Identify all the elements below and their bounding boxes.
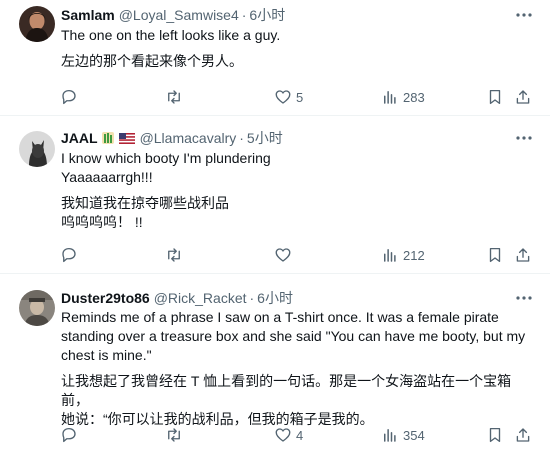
tweet-text-line: I know which booty I'm plundering <box>61 150 271 166</box>
views-icon <box>381 88 399 106</box>
heart-icon <box>274 246 292 264</box>
user-handle[interactable]: @Loyal_Samwise4 <box>119 7 239 23</box>
share-button[interactable] <box>514 424 532 446</box>
tweet-duster[interactable]: Duster29to86 @Rick_Racket · 6小时 Reminds … <box>0 274 550 455</box>
separator-dot: · <box>249 290 255 306</box>
share-icon <box>514 426 532 444</box>
user-handle[interactable]: @Llamacavalry <box>140 130 237 146</box>
share-button[interactable] <box>514 244 532 266</box>
avatar[interactable] <box>19 290 55 326</box>
like-button[interactable] <box>274 244 292 266</box>
tweet-translation-line: 我知道我在掠夺哪些战利品 <box>61 195 229 211</box>
display-name[interactable]: Duster29to86 <box>61 290 150 306</box>
reply-icon <box>60 246 78 264</box>
share-icon <box>514 246 532 264</box>
tweet-header: Duster29to86 @Rick_Racket · 6小时 <box>61 288 293 308</box>
more-icon[interactable] <box>514 128 534 148</box>
timestamp[interactable]: 6小时 <box>257 288 293 308</box>
avatar[interactable] <box>19 6 55 42</box>
tweet-header: Samlam @Loyal_Samwise4 · 6小时 <box>61 5 285 25</box>
tweet-translation-line: 让我想起了我曾经在 T 恤上看到的一句话。那是一个女海盗站在一个宝箱前， <box>61 373 512 408</box>
reply-icon <box>60 426 78 444</box>
action-bar: 5 283 <box>55 86 535 108</box>
more-icon[interactable] <box>514 5 534 25</box>
like-count: 5 <box>296 89 304 105</box>
more-icon[interactable] <box>514 288 534 308</box>
retweet-icon <box>165 246 183 264</box>
view-count: 283 <box>403 89 425 105</box>
tweet-text: Reminds me of a phrase I saw on a T-shir… <box>61 308 536 429</box>
reply-button[interactable] <box>60 86 78 108</box>
like-button[interactable]: 4 <box>274 424 303 446</box>
bookmark-icon <box>486 246 504 264</box>
bookmark-icon <box>486 426 504 444</box>
separator-dot: · <box>241 7 247 23</box>
avatar[interactable] <box>19 131 55 167</box>
tweet-jaal[interactable]: JAAL @Llamacavalry · 5小时 I know which bo… <box>0 116 550 274</box>
tweet-text-line: standing over a treasure box and she sai… <box>61 328 526 344</box>
retweet-icon <box>165 426 183 444</box>
tweet-text-line: Reminds me of a phrase I saw on a T-shir… <box>61 309 499 325</box>
like-button[interactable]: 5 <box>274 86 303 108</box>
separator-dot: · <box>239 130 244 146</box>
tweet-text: I know which booty I'm plundering Yaaaaa… <box>61 149 531 232</box>
tweet-translation-line: 呜呜呜呜！ !! <box>61 214 143 230</box>
retweet-button[interactable] <box>165 244 183 266</box>
views-icon <box>381 426 399 444</box>
bookmark-icon <box>486 88 504 106</box>
action-bar: 212 <box>55 244 535 266</box>
reply-button[interactable] <box>60 244 78 266</box>
display-name[interactable]: Samlam <box>61 7 115 23</box>
tweet-header: JAAL @Llamacavalry · 5小时 <box>61 128 283 148</box>
bookmark-button[interactable] <box>486 86 504 108</box>
retweet-button[interactable] <box>165 86 183 108</box>
tweet-text-line: The one on the left looks like a guy. <box>61 27 281 43</box>
views-button[interactable]: 212 <box>381 244 425 266</box>
retweet-button[interactable] <box>165 424 183 446</box>
us-flag-icon <box>118 132 135 144</box>
user-handle[interactable]: @Rick_Racket <box>154 290 247 306</box>
tweet-translation-line: 左边的那个看起来像个男人。 <box>61 53 243 69</box>
bookmark-button[interactable] <box>486 244 504 266</box>
tweet-text-line: Yaaaaaarrgh!!! <box>61 169 153 185</box>
timestamp[interactable]: 5小时 <box>247 128 283 148</box>
bamboo-emoji-icon <box>101 131 115 145</box>
share-icon <box>514 88 532 106</box>
views-button[interactable]: 354 <box>381 424 425 446</box>
bookmark-button[interactable] <box>486 424 504 446</box>
like-count: 4 <box>296 427 304 443</box>
heart-icon <box>274 426 292 444</box>
reply-icon <box>60 88 78 106</box>
views-button[interactable]: 283 <box>381 86 425 108</box>
retweet-icon <box>165 88 183 106</box>
display-name[interactable]: JAAL <box>61 130 98 146</box>
view-count: 212 <box>403 247 425 263</box>
tweet-text-line: chest is mine." <box>61 347 152 363</box>
tweet-text: The one on the left looks like a guy. 左边… <box>61 26 531 71</box>
share-button[interactable] <box>514 86 532 108</box>
views-icon <box>381 246 399 264</box>
timestamp[interactable]: 6小时 <box>249 5 285 25</box>
action-bar: 4 354 <box>55 424 535 446</box>
heart-icon <box>274 88 292 106</box>
tweet-samlam[interactable]: Samlam @Loyal_Samwise4 · 6小时 The one on … <box>0 0 550 116</box>
view-count: 354 <box>403 427 425 443</box>
reply-button[interactable] <box>60 424 78 446</box>
